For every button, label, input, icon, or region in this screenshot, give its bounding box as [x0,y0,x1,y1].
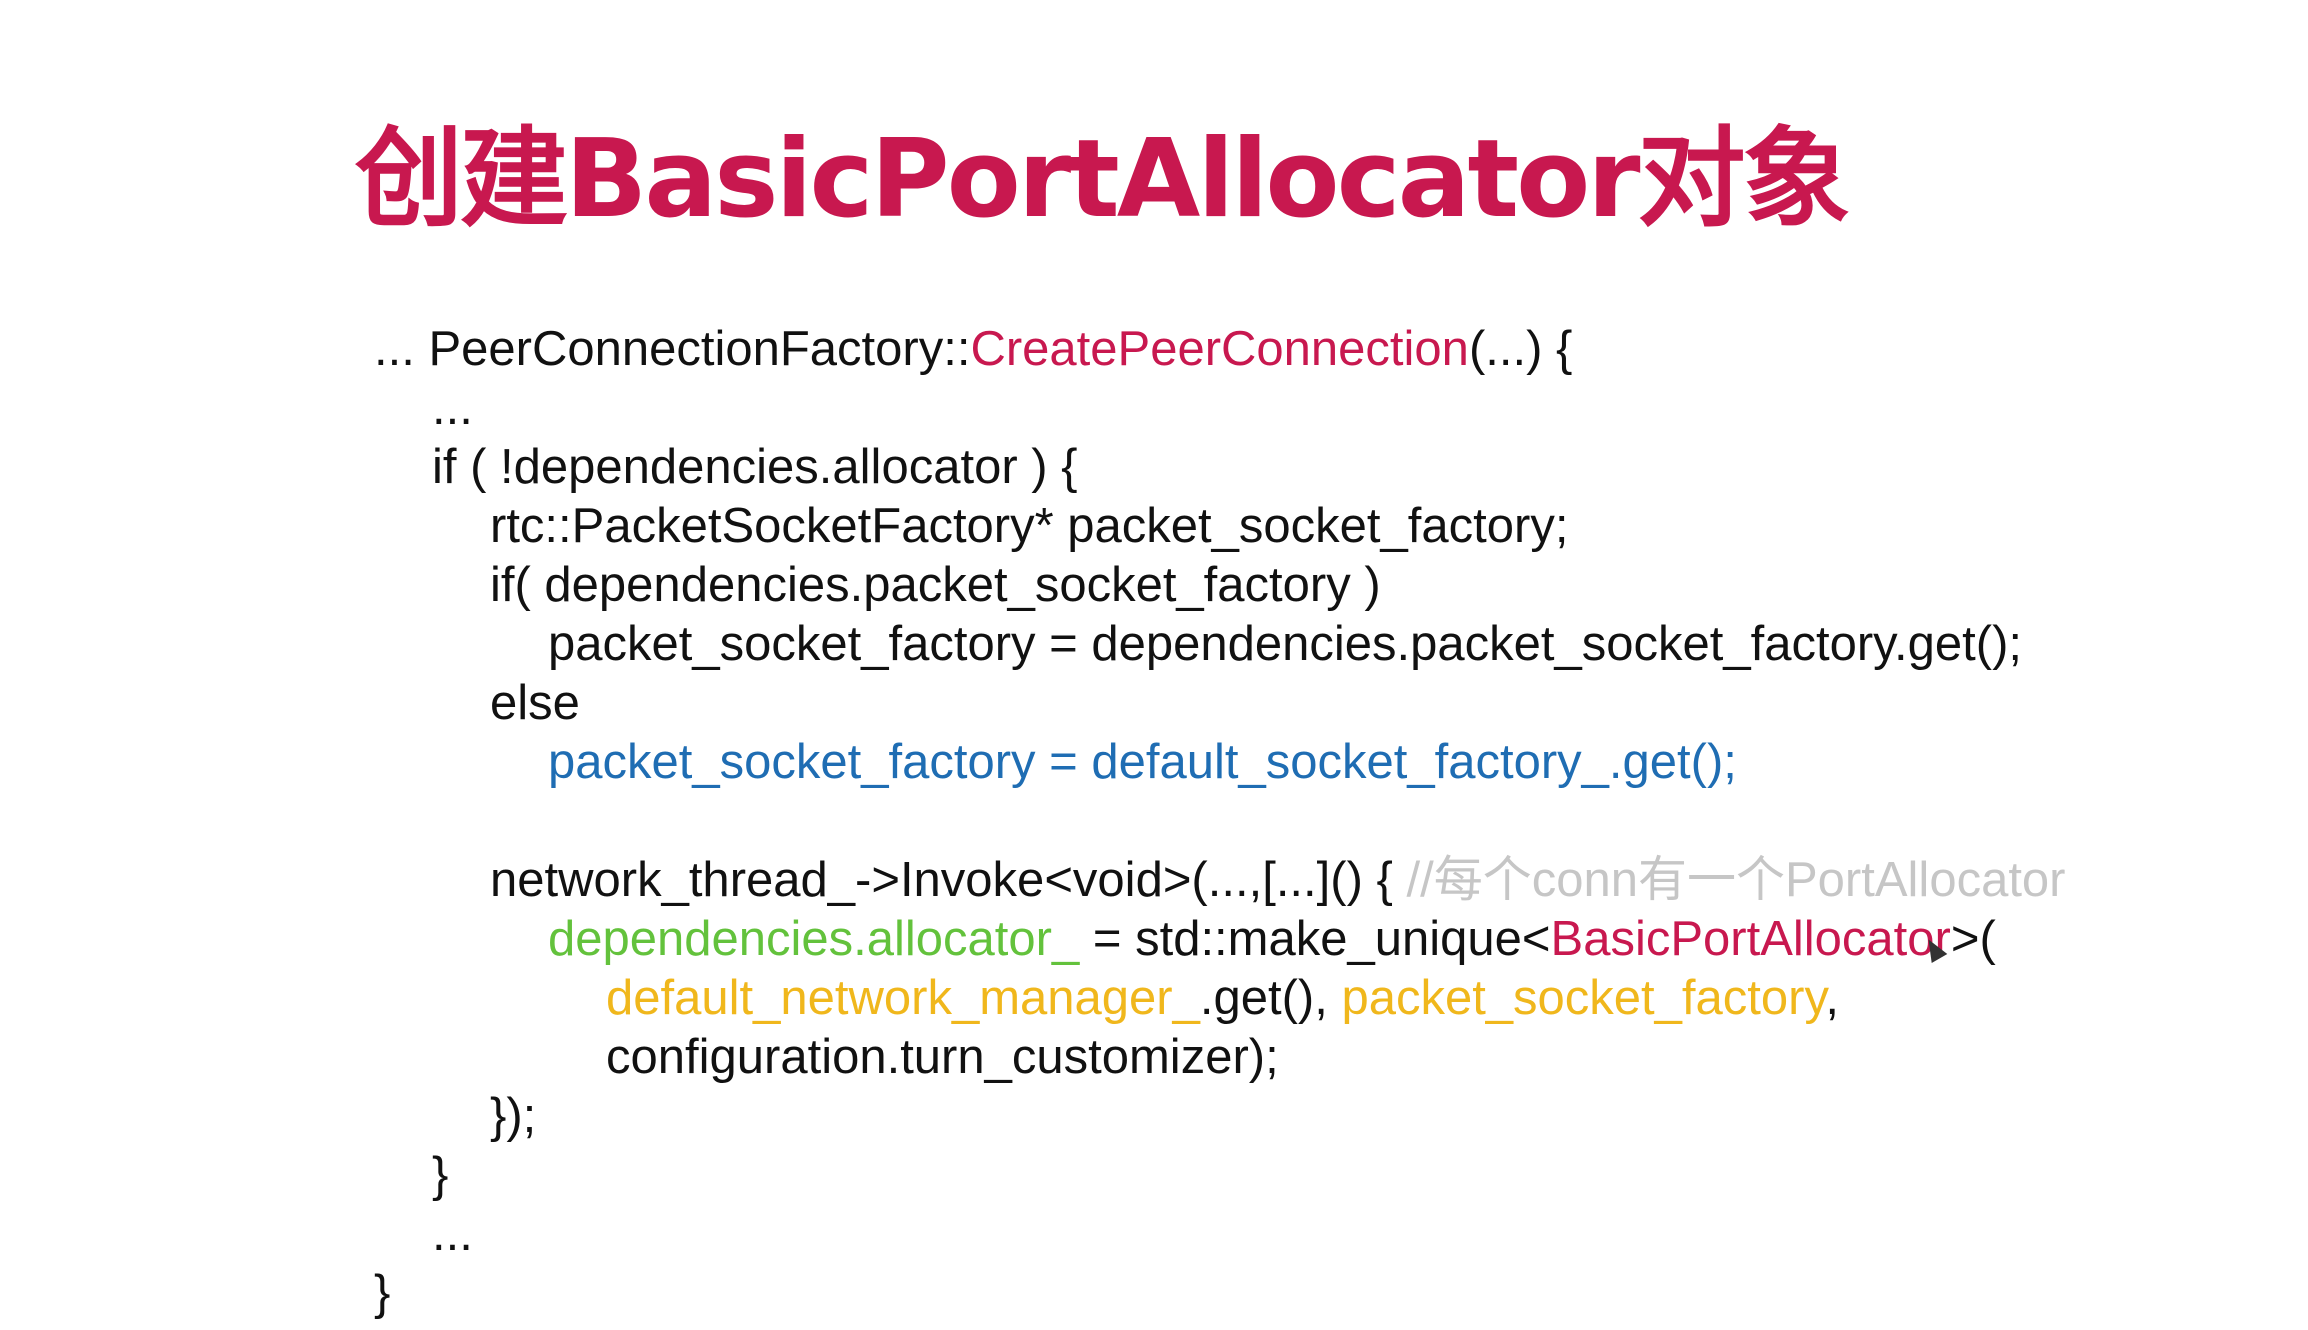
code-line-6: packet_socket_factory = dependencies.pac… [548,617,2023,671]
code-line-5: if( dependencies.packet_socket_factory ) [490,558,1381,612]
code-line-4: rtc::PacketSocketFactory* packet_socket_… [490,499,1569,553]
code-text: .get(), [1199,971,1342,1025]
code-line-12: default_network_manager_.get(), packet_s… [374,969,2066,1028]
code-line-2: ... [432,381,473,435]
code-line-9-blank [374,792,2066,851]
code-text: ... PeerConnectionFactory:: [374,322,971,376]
code-line-10: network_thread_->Invoke<void>(...,[...](… [374,851,2066,910]
code-text: = std::make_unique< [1079,912,1551,966]
code-line-16: ... [432,1207,473,1261]
code-line-3: if ( !dependencies.allocator ) { [432,440,1078,494]
code-line-7: else [490,676,580,730]
code-line-8: packet_socket_factory = default_socket_f… [548,735,1737,789]
allocator-member: dependencies.allocator_ [548,912,1080,966]
code-line-1: ... PeerConnectionFactory::CreatePeerCon… [374,320,2066,379]
slide: 创建BasicPortAllocator对象 ... PeerConnectio… [0,0,2308,1330]
code-line-15: } [432,1148,449,1202]
class-name: BasicPortAllocator [1550,912,1951,966]
code-line-13: configuration.turn_customizer); [606,1030,1279,1084]
code-line-14: }); [490,1089,537,1143]
code-text: >( [1950,912,1996,966]
code-text: (...) { [1468,322,1573,376]
code-block: ... PeerConnectionFactory::CreatePeerCon… [374,320,2066,1323]
code-comment: //每个conn有一个PortAllocator [1406,853,2066,907]
code-line-11: dependencies.allocator_ = std::make_uniq… [374,910,2066,969]
code-text: , [1825,971,1839,1025]
socket-factory-arg: packet_socket_factory [1341,971,1826,1025]
network-manager-arg: default_network_manager_ [606,971,1200,1025]
code-text: network_thread_->Invoke<void>(...,[...](… [490,853,1407,907]
code-line-17: } [374,1266,391,1320]
slide-title: 创建BasicPortAllocator对象 [355,117,1851,242]
function-name: CreatePeerConnection [970,322,1469,376]
